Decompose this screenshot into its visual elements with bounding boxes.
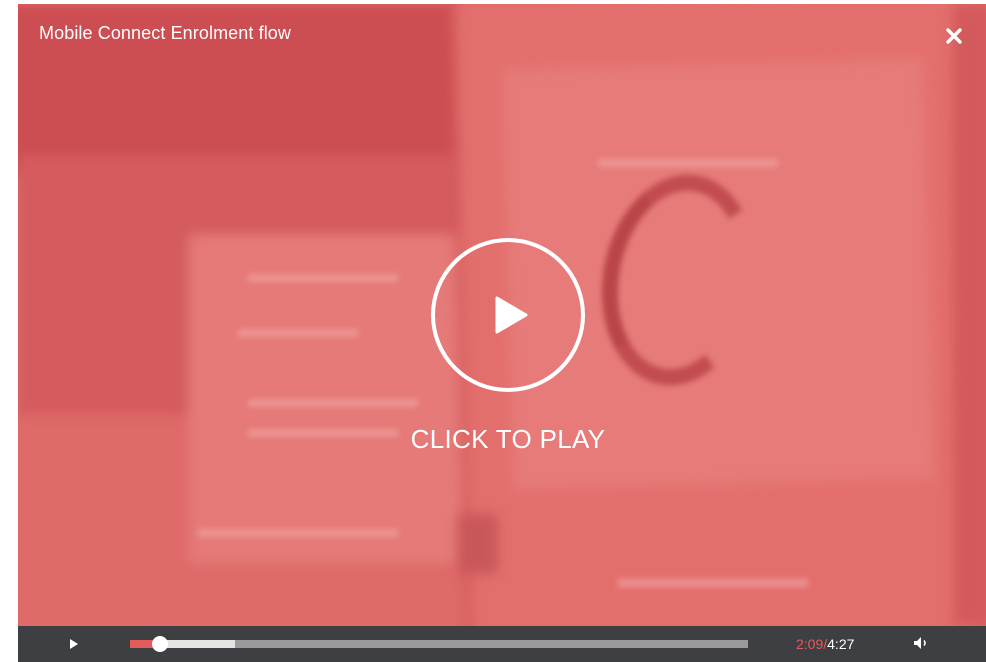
poster-blur-line [198, 529, 398, 537]
poster-blur-line [248, 274, 398, 282]
poster-blur-line [598, 159, 778, 167]
progress-handle[interactable] [151, 636, 168, 652]
poster-lock-shape [458, 514, 498, 574]
close-button[interactable] [940, 22, 968, 50]
video-area[interactable]: Mobile Connect Enrolment flow CLICK TO P… [18, 4, 986, 626]
video-title: Mobile Connect Enrolment flow [39, 23, 292, 43]
control-bar: 2:09/4:27 [18, 626, 986, 662]
close-icon [946, 28, 962, 44]
click-to-play-label[interactable]: CLICK TO PLAY [358, 424, 658, 455]
play-circle-icon [487, 295, 529, 335]
poster-blur-line [618, 579, 808, 587]
poster-blur-line [248, 399, 418, 407]
poster-blur-line [238, 329, 358, 337]
poster-background [953, 4, 986, 626]
time-display: 2:09/4:27 [796, 636, 854, 652]
time-duration: 4:27 [827, 636, 855, 652]
video-player: Mobile Connect Enrolment flow CLICK TO P… [18, 4, 986, 662]
big-play-button[interactable] [431, 238, 585, 392]
progress-bar[interactable] [130, 636, 748, 652]
volume-button[interactable] [911, 634, 933, 654]
play-button[interactable] [64, 634, 84, 654]
play-icon [69, 635, 79, 654]
time-current: 2:09 [796, 636, 824, 652]
volume-icon [913, 635, 931, 654]
